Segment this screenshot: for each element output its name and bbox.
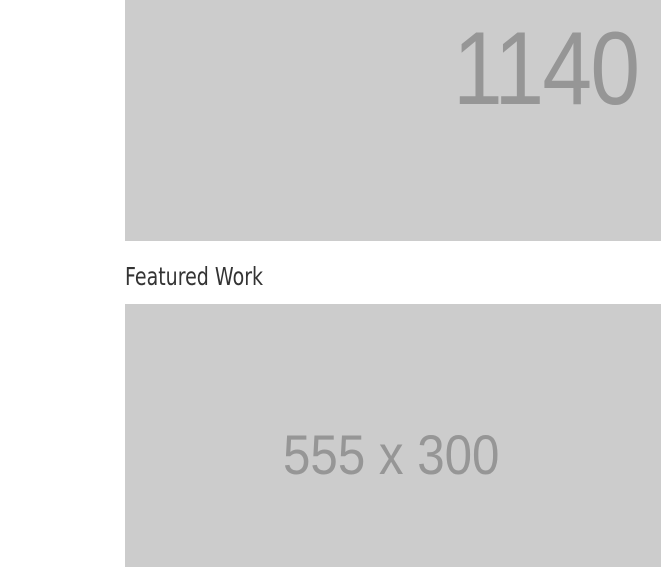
- hero-placeholder-image: 1140: [125, 0, 661, 241]
- featured-work-placeholder-image[interactable]: 555 x 300: [125, 304, 661, 567]
- featured-work-placeholder-label: 555 x 300: [283, 423, 500, 486]
- hero-placeholder-label: 1140: [453, 11, 640, 127]
- featured-work-heading: Featured Work: [125, 262, 264, 291]
- page: 1140 Featured Work 555 x 300: [0, 0, 661, 567]
